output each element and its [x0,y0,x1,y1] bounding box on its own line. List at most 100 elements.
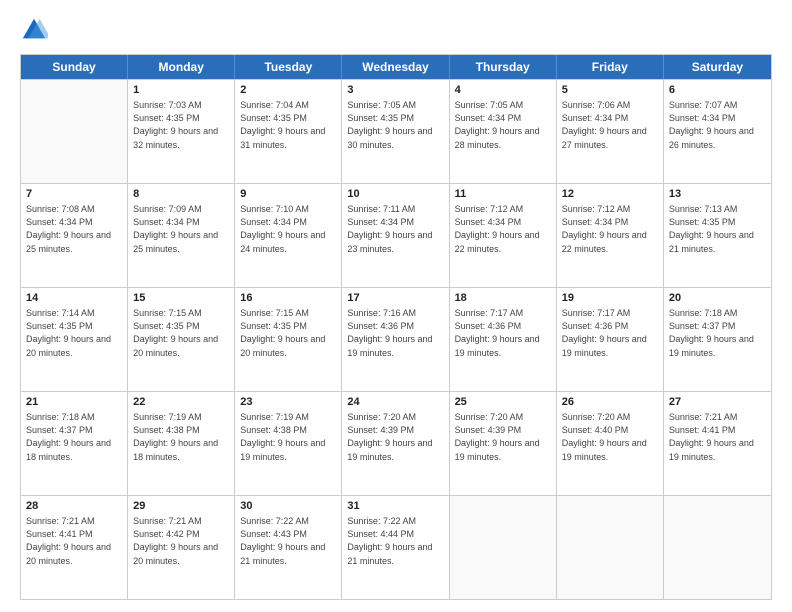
day-number: 1 [133,83,229,98]
cell-info: Sunrise: 7:12 AMSunset: 4:34 PMDaylight:… [562,203,658,255]
calendar-cell: 6Sunrise: 7:07 AMSunset: 4:34 PMDaylight… [664,80,771,183]
calendar-cell [557,496,664,599]
day-number: 3 [347,83,443,98]
calendar-cell: 23Sunrise: 7:19 AMSunset: 4:38 PMDayligh… [235,392,342,495]
cell-info: Sunrise: 7:19 AMSunset: 4:38 PMDaylight:… [240,411,336,463]
cell-info: Sunrise: 7:19 AMSunset: 4:38 PMDaylight:… [133,411,229,463]
calendar-cell: 31Sunrise: 7:22 AMSunset: 4:44 PMDayligh… [342,496,449,599]
calendar-cell: 11Sunrise: 7:12 AMSunset: 4:34 PMDayligh… [450,184,557,287]
calendar-cell: 26Sunrise: 7:20 AMSunset: 4:40 PMDayligh… [557,392,664,495]
calendar-cell: 25Sunrise: 7:20 AMSunset: 4:39 PMDayligh… [450,392,557,495]
calendar-cell: 15Sunrise: 7:15 AMSunset: 4:35 PMDayligh… [128,288,235,391]
cell-info: Sunrise: 7:20 AMSunset: 4:40 PMDaylight:… [562,411,658,463]
day-number: 31 [347,499,443,514]
day-number: 10 [347,187,443,202]
cell-info: Sunrise: 7:17 AMSunset: 4:36 PMDaylight:… [562,307,658,359]
day-number: 4 [455,83,551,98]
day-header-wednesday: Wednesday [342,55,449,79]
logo [20,16,52,44]
cell-info: Sunrise: 7:22 AMSunset: 4:44 PMDaylight:… [347,515,443,567]
day-number: 9 [240,187,336,202]
day-header-sunday: Sunday [21,55,128,79]
day-header-tuesday: Tuesday [235,55,342,79]
cell-info: Sunrise: 7:21 AMSunset: 4:41 PMDaylight:… [26,515,122,567]
cell-info: Sunrise: 7:21 AMSunset: 4:41 PMDaylight:… [669,411,766,463]
calendar-cell: 20Sunrise: 7:18 AMSunset: 4:37 PMDayligh… [664,288,771,391]
header [20,16,772,44]
calendar-body: 1Sunrise: 7:03 AMSunset: 4:35 PMDaylight… [21,79,771,599]
day-header-monday: Monday [128,55,235,79]
calendar-cell: 9Sunrise: 7:10 AMSunset: 4:34 PMDaylight… [235,184,342,287]
day-number: 25 [455,395,551,410]
cell-info: Sunrise: 7:22 AMSunset: 4:43 PMDaylight:… [240,515,336,567]
cell-info: Sunrise: 7:15 AMSunset: 4:35 PMDaylight:… [133,307,229,359]
cell-info: Sunrise: 7:13 AMSunset: 4:35 PMDaylight:… [669,203,766,255]
day-number: 30 [240,499,336,514]
cell-info: Sunrise: 7:20 AMSunset: 4:39 PMDaylight:… [455,411,551,463]
cell-info: Sunrise: 7:16 AMSunset: 4:36 PMDaylight:… [347,307,443,359]
calendar: SundayMondayTuesdayWednesdayThursdayFrid… [20,54,772,600]
day-number: 22 [133,395,229,410]
day-number: 12 [562,187,658,202]
logo-icon [20,16,48,44]
cell-info: Sunrise: 7:20 AMSunset: 4:39 PMDaylight:… [347,411,443,463]
calendar-cell: 4Sunrise: 7:05 AMSunset: 4:34 PMDaylight… [450,80,557,183]
calendar-cell: 8Sunrise: 7:09 AMSunset: 4:34 PMDaylight… [128,184,235,287]
cell-info: Sunrise: 7:05 AMSunset: 4:35 PMDaylight:… [347,99,443,151]
calendar-cell: 2Sunrise: 7:04 AMSunset: 4:35 PMDaylight… [235,80,342,183]
cell-info: Sunrise: 7:12 AMSunset: 4:34 PMDaylight:… [455,203,551,255]
calendar-cell: 5Sunrise: 7:06 AMSunset: 4:34 PMDaylight… [557,80,664,183]
day-number: 11 [455,187,551,202]
calendar-cell: 24Sunrise: 7:20 AMSunset: 4:39 PMDayligh… [342,392,449,495]
cell-info: Sunrise: 7:21 AMSunset: 4:42 PMDaylight:… [133,515,229,567]
cell-info: Sunrise: 7:04 AMSunset: 4:35 PMDaylight:… [240,99,336,151]
calendar-cell: 7Sunrise: 7:08 AMSunset: 4:34 PMDaylight… [21,184,128,287]
calendar-cell: 10Sunrise: 7:11 AMSunset: 4:34 PMDayligh… [342,184,449,287]
cell-info: Sunrise: 7:08 AMSunset: 4:34 PMDaylight:… [26,203,122,255]
cell-info: Sunrise: 7:14 AMSunset: 4:35 PMDaylight:… [26,307,122,359]
calendar-week-4: 21Sunrise: 7:18 AMSunset: 4:37 PMDayligh… [21,391,771,495]
day-number: 8 [133,187,229,202]
page: SundayMondayTuesdayWednesdayThursdayFrid… [0,0,792,612]
day-number: 6 [669,83,766,98]
cell-info: Sunrise: 7:15 AMSunset: 4:35 PMDaylight:… [240,307,336,359]
cell-info: Sunrise: 7:18 AMSunset: 4:37 PMDaylight:… [26,411,122,463]
calendar-cell [664,496,771,599]
calendar-cell: 18Sunrise: 7:17 AMSunset: 4:36 PMDayligh… [450,288,557,391]
cell-info: Sunrise: 7:09 AMSunset: 4:34 PMDaylight:… [133,203,229,255]
calendar-cell: 22Sunrise: 7:19 AMSunset: 4:38 PMDayligh… [128,392,235,495]
calendar-cell: 16Sunrise: 7:15 AMSunset: 4:35 PMDayligh… [235,288,342,391]
day-number: 17 [347,291,443,306]
calendar-cell: 21Sunrise: 7:18 AMSunset: 4:37 PMDayligh… [21,392,128,495]
calendar-week-2: 7Sunrise: 7:08 AMSunset: 4:34 PMDaylight… [21,183,771,287]
day-number: 15 [133,291,229,306]
cell-info: Sunrise: 7:05 AMSunset: 4:34 PMDaylight:… [455,99,551,151]
day-number: 5 [562,83,658,98]
cell-info: Sunrise: 7:11 AMSunset: 4:34 PMDaylight:… [347,203,443,255]
day-header-friday: Friday [557,55,664,79]
day-number: 14 [26,291,122,306]
day-number: 26 [562,395,658,410]
cell-info: Sunrise: 7:03 AMSunset: 4:35 PMDaylight:… [133,99,229,151]
day-number: 7 [26,187,122,202]
cell-info: Sunrise: 7:07 AMSunset: 4:34 PMDaylight:… [669,99,766,151]
day-number: 28 [26,499,122,514]
cell-info: Sunrise: 7:10 AMSunset: 4:34 PMDaylight:… [240,203,336,255]
calendar-cell: 30Sunrise: 7:22 AMSunset: 4:43 PMDayligh… [235,496,342,599]
calendar-cell: 12Sunrise: 7:12 AMSunset: 4:34 PMDayligh… [557,184,664,287]
calendar-cell: 28Sunrise: 7:21 AMSunset: 4:41 PMDayligh… [21,496,128,599]
calendar-cell: 17Sunrise: 7:16 AMSunset: 4:36 PMDayligh… [342,288,449,391]
calendar-cell: 13Sunrise: 7:13 AMSunset: 4:35 PMDayligh… [664,184,771,287]
cell-info: Sunrise: 7:17 AMSunset: 4:36 PMDaylight:… [455,307,551,359]
calendar-cell: 29Sunrise: 7:21 AMSunset: 4:42 PMDayligh… [128,496,235,599]
day-number: 29 [133,499,229,514]
day-number: 21 [26,395,122,410]
calendar-week-3: 14Sunrise: 7:14 AMSunset: 4:35 PMDayligh… [21,287,771,391]
day-number: 18 [455,291,551,306]
day-number: 24 [347,395,443,410]
calendar-cell: 3Sunrise: 7:05 AMSunset: 4:35 PMDaylight… [342,80,449,183]
calendar-cell: 1Sunrise: 7:03 AMSunset: 4:35 PMDaylight… [128,80,235,183]
day-number: 2 [240,83,336,98]
calendar-week-5: 28Sunrise: 7:21 AMSunset: 4:41 PMDayligh… [21,495,771,599]
calendar-header-row: SundayMondayTuesdayWednesdayThursdayFrid… [21,55,771,79]
